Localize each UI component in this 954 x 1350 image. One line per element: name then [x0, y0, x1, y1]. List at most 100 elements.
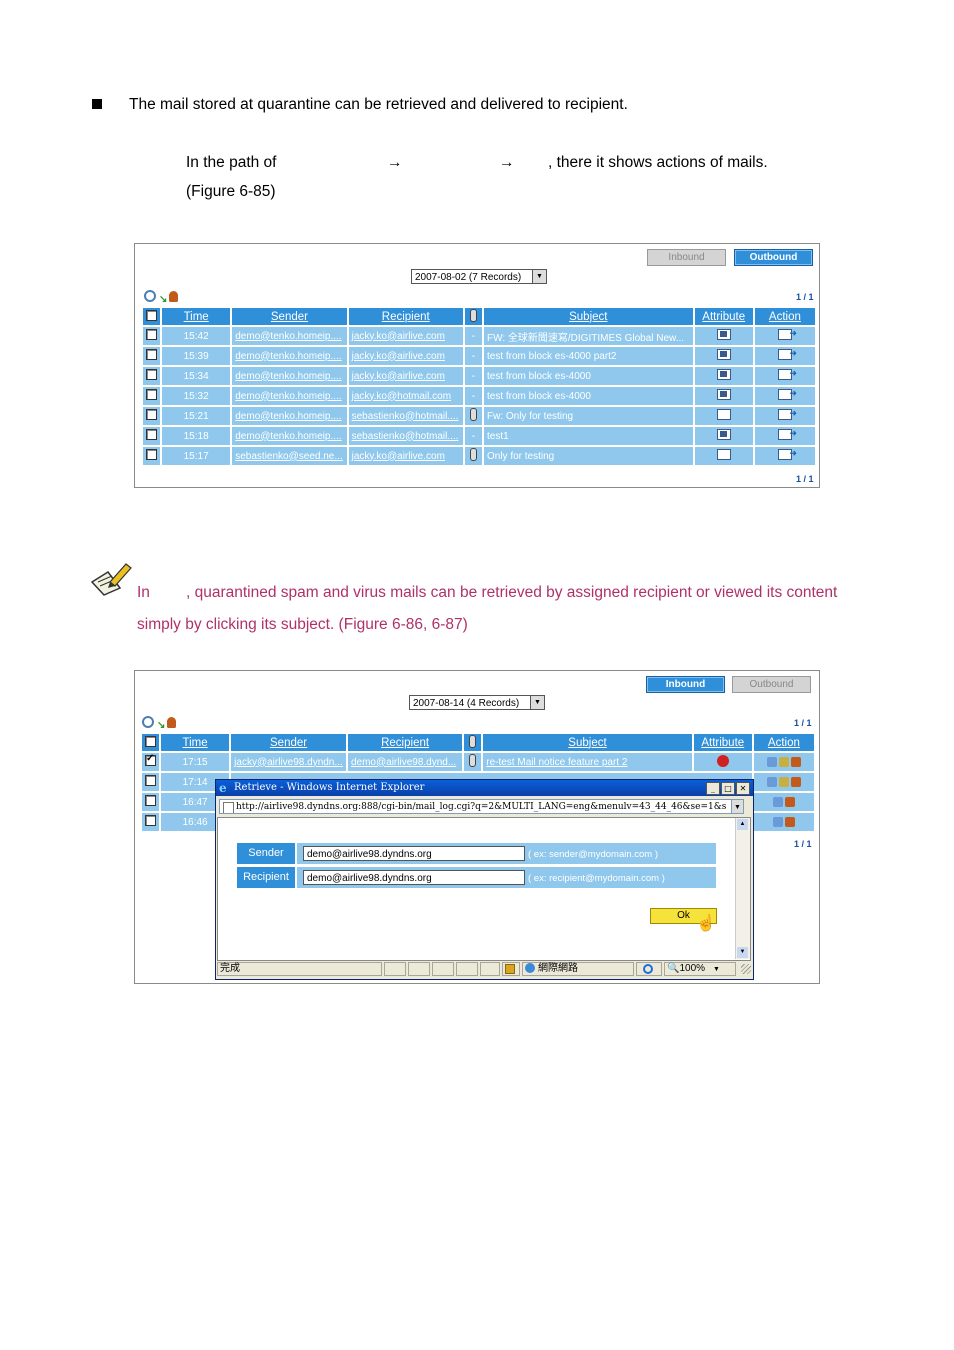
- sender-field[interactable]: demo@airlive98.dyndns.org: [303, 846, 525, 861]
- col-attribute[interactable]: Attribute: [694, 308, 753, 325]
- view-mail-icon[interactable]: [772, 816, 783, 827]
- forward-mail-icon[interactable]: [777, 328, 797, 340]
- release-arrow-icon[interactable]: ↘: [159, 294, 167, 305]
- release-user-icon[interactable]: [790, 756, 801, 767]
- row-recipient[interactable]: sebastienko@hotmail....: [348, 407, 463, 425]
- tab-inbound[interactable]: Inbound: [646, 676, 725, 693]
- row-checkbox-cell[interactable]: [142, 773, 160, 791]
- row-subject[interactable]: FW: 全球新聞速寫/DIGITIMES Global New...: [483, 327, 693, 345]
- scroll-up-button[interactable]: ▲: [737, 819, 748, 830]
- col-subject[interactable]: Subject: [483, 734, 692, 751]
- forward-mail-icon[interactable]: [777, 428, 797, 440]
- row-recipient[interactable]: jacky.ko@airlive.com: [348, 447, 463, 465]
- row-subject[interactable]: test from block es-4000: [483, 387, 693, 405]
- col-sender[interactable]: Sender: [232, 308, 347, 325]
- col-sender[interactable]: Sender: [231, 734, 346, 751]
- address-bar[interactable]: http://airlive98.dyndns.org:888/cgi-bin/…: [219, 799, 734, 814]
- col-recipient[interactable]: Recipient: [347, 734, 463, 751]
- tab-outbound[interactable]: Outbound: [732, 676, 811, 693]
- col-action[interactable]: Action: [754, 308, 815, 325]
- forward-mail-icon[interactable]: [777, 408, 797, 420]
- row-sender[interactable]: demo@tenko.homeip....: [232, 407, 347, 425]
- search-icon[interactable]: [144, 290, 156, 302]
- select-all-checkbox[interactable]: [145, 735, 157, 747]
- row-recipient[interactable]: demo@airlive98.dynd...: [347, 753, 463, 771]
- row-recipient[interactable]: sebastienko@hotmail....: [348, 427, 463, 445]
- row-checkbox[interactable]: [146, 429, 158, 440]
- scrollbar[interactable]: ▲ ▼: [735, 818, 750, 959]
- row-sender[interactable]: demo@tenko.homeip....: [232, 387, 347, 405]
- col-recipient[interactable]: Recipient: [348, 308, 463, 325]
- row-checkbox-cell[interactable]: [143, 447, 161, 465]
- scroll-down-button[interactable]: ▼: [737, 947, 748, 958]
- row-checkbox[interactable]: [146, 389, 158, 400]
- select-all-checkbox[interactable]: [146, 309, 158, 321]
- row-sender[interactable]: demo@tenko.homeip....: [232, 327, 347, 345]
- col-subject[interactable]: Subject: [483, 308, 693, 325]
- row-checkbox[interactable]: [145, 753, 157, 766]
- select-all-header[interactable]: [143, 308, 161, 325]
- row-checkbox[interactable]: [146, 329, 158, 340]
- row-subject[interactable]: Fw: Only for testing: [483, 407, 693, 425]
- release-user-icon[interactable]: [784, 816, 795, 827]
- row-sender[interactable]: demo@tenko.homeip....: [232, 427, 347, 445]
- row-sender[interactable]: demo@tenko.homeip....: [232, 347, 347, 365]
- col-time[interactable]: Time: [162, 308, 231, 325]
- select-all-header[interactable]: [142, 734, 160, 751]
- row-checkbox-cell[interactable]: [143, 427, 161, 445]
- col-attribute[interactable]: Attribute: [693, 734, 752, 751]
- tab-inbound[interactable]: Inbound: [647, 249, 726, 266]
- row-checkbox[interactable]: [145, 795, 157, 806]
- recipient-field[interactable]: demo@airlive98.dyndns.org: [303, 870, 525, 885]
- date-select[interactable]: 2007-08-14 (4 Records) ▼: [409, 695, 545, 710]
- row-checkbox[interactable]: [145, 815, 157, 826]
- release-arrow-icon[interactable]: ↘: [157, 720, 165, 731]
- row-checkbox[interactable]: [145, 775, 157, 786]
- forward-mail-icon[interactable]: [777, 348, 797, 360]
- database-icon[interactable]: [778, 776, 789, 787]
- row-checkbox[interactable]: [146, 409, 158, 420]
- row-checkbox-cell[interactable]: [142, 753, 160, 771]
- zoom-dropdown-icon[interactable]: ▼: [713, 966, 720, 973]
- tab-outbound[interactable]: Outbound: [734, 249, 813, 266]
- database-icon[interactable]: [778, 756, 789, 767]
- row-checkbox-cell[interactable]: [143, 367, 161, 385]
- row-checkbox-cell[interactable]: [143, 347, 161, 365]
- date-select[interactable]: 2007-08-02 (7 Records) ▼: [411, 269, 547, 284]
- address-dropdown-button[interactable]: ▼: [731, 799, 744, 814]
- release-user-icon[interactable]: [784, 796, 795, 807]
- user-icon[interactable]: [167, 717, 177, 728]
- row-recipient[interactable]: jacky.ko@hotmail.com: [348, 387, 463, 405]
- row-checkbox-cell[interactable]: [143, 327, 161, 345]
- row-subject[interactable]: Only for testing: [483, 447, 693, 465]
- col-action[interactable]: Action: [753, 734, 814, 751]
- row-recipient[interactable]: jacky.ko@airlive.com: [348, 347, 463, 365]
- row-sender[interactable]: demo@tenko.homeip....: [232, 367, 347, 385]
- search-icon[interactable]: [142, 716, 154, 728]
- row-subject[interactable]: test from block es-4000: [483, 367, 693, 385]
- forward-mail-icon[interactable]: [777, 368, 797, 380]
- forward-mail-icon[interactable]: [777, 388, 797, 400]
- zoom-control[interactable]: 🔍100% ▼: [664, 962, 736, 976]
- col-time[interactable]: Time: [161, 734, 230, 751]
- forward-mail-icon[interactable]: [777, 448, 797, 460]
- resize-grip-icon[interactable]: [741, 964, 751, 974]
- row-subject[interactable]: test from block es-4000 part2: [483, 347, 693, 365]
- view-mail-icon[interactable]: [772, 796, 783, 807]
- row-checkbox-cell[interactable]: [142, 813, 160, 831]
- maximize-button[interactable]: □: [721, 782, 735, 795]
- user-icon[interactable]: [169, 291, 179, 302]
- minimize-button[interactable]: _: [706, 782, 720, 795]
- row-checkbox-cell[interactable]: [143, 407, 161, 425]
- row-checkbox-cell[interactable]: [142, 793, 160, 811]
- popup-title-bar[interactable]: e Retrieve - Windows Internet Explorer _…: [216, 780, 753, 796]
- row-sender[interactable]: sebastienko@seed.ne...: [232, 447, 347, 465]
- row-recipient[interactable]: jacky.ko@airlive.com: [348, 327, 463, 345]
- row-sender[interactable]: jacky@airlive98.dyndn...: [231, 753, 346, 771]
- row-subject[interactable]: test1: [483, 427, 693, 445]
- row-checkbox[interactable]: [146, 449, 158, 460]
- row-subject[interactable]: re-test Mail notice feature part 2: [483, 753, 692, 771]
- close-button[interactable]: ✕: [736, 782, 750, 795]
- row-recipient[interactable]: jacky.ko@airlive.com: [348, 367, 463, 385]
- row-checkbox[interactable]: [146, 369, 158, 380]
